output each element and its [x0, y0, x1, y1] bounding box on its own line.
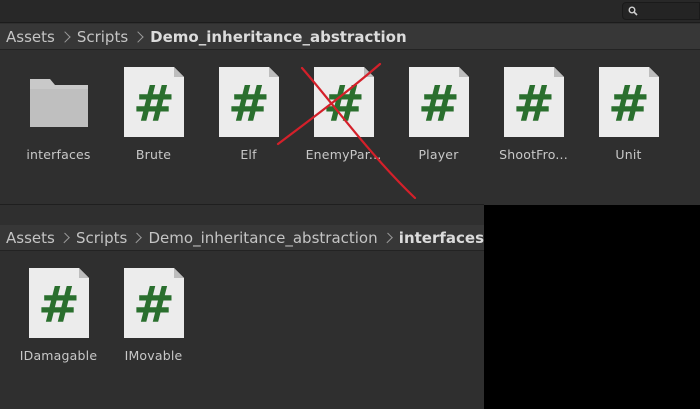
svg-text:#: #	[133, 276, 175, 334]
asset-item-script[interactable]: # IDamagable	[11, 268, 106, 363]
breadcrumb-scripts[interactable]: Scripts	[77, 28, 128, 46]
breadcrumb: Assets Scripts Demo_inheritance_abstract…	[0, 225, 484, 251]
breadcrumb: Assets Scripts Demo_inheritance_abstract…	[0, 24, 700, 50]
svg-text:#: #	[38, 276, 80, 334]
asset-label: Player	[418, 147, 459, 162]
breadcrumb-current-folder[interactable]: Demo_inheritance_abstraction	[150, 28, 406, 46]
breadcrumb-scripts[interactable]: Scripts	[76, 229, 127, 247]
svg-text:#: #	[133, 75, 175, 133]
asset-item-script[interactable]: # ShootFro...	[486, 67, 581, 162]
csharp-script-icon: #	[408, 67, 469, 137]
csharp-script-icon: #	[218, 67, 279, 137]
asset-label: ShootFro...	[499, 147, 568, 162]
chevron-right-icon	[59, 30, 71, 43]
chevron-right-icon	[132, 30, 144, 43]
asset-label: EnemyPar...	[305, 147, 382, 162]
csharp-script-icon: #	[598, 67, 659, 137]
csharp-script-icon: #	[123, 268, 184, 338]
asset-label: Brute	[135, 147, 172, 162]
folder-icon	[29, 79, 88, 127]
asset-label: Elf	[240, 147, 257, 162]
asset-label: IDamagable	[19, 348, 98, 363]
asset-item-script[interactable]: # EnemyPar...	[296, 67, 391, 162]
breadcrumb-demo-folder[interactable]: Demo_inheritance_abstraction	[149, 229, 378, 247]
asset-label: Unit	[615, 147, 642, 162]
breadcrumb-assets[interactable]: Assets	[6, 28, 55, 46]
csharp-script-icon: #	[313, 67, 374, 137]
svg-text:#: #	[608, 75, 650, 133]
chevron-right-icon	[381, 232, 393, 243]
asset-item-script[interactable]: # Elf	[201, 67, 296, 162]
chevron-right-icon	[131, 232, 143, 243]
asset-label: interfaces	[26, 147, 91, 162]
csharp-script-icon: #	[123, 67, 184, 137]
asset-item-script[interactable]: # IMovable	[106, 268, 201, 363]
chevron-right-icon	[59, 232, 70, 243]
svg-text:#: #	[323, 75, 365, 133]
search-icon	[628, 6, 638, 16]
svg-text:#: #	[228, 75, 270, 133]
svg-text:#: #	[418, 75, 460, 133]
asset-item-folder[interactable]: interfaces	[11, 67, 106, 162]
csharp-script-icon: #	[28, 268, 89, 338]
project-toolbar	[0, 0, 700, 23]
breadcrumb-current-folder[interactable]: interfaces	[399, 229, 484, 247]
asset-item-script[interactable]: # Player	[391, 67, 486, 162]
search-input[interactable]	[622, 2, 700, 20]
svg-text:#: #	[513, 75, 555, 133]
asset-item-script[interactable]: # Unit	[581, 67, 676, 162]
csharp-script-icon: #	[503, 67, 564, 137]
breadcrumb-assets[interactable]: Assets	[6, 229, 55, 247]
asset-label: IMovable	[124, 348, 183, 363]
asset-item-script[interactable]: # Brute	[106, 67, 201, 162]
